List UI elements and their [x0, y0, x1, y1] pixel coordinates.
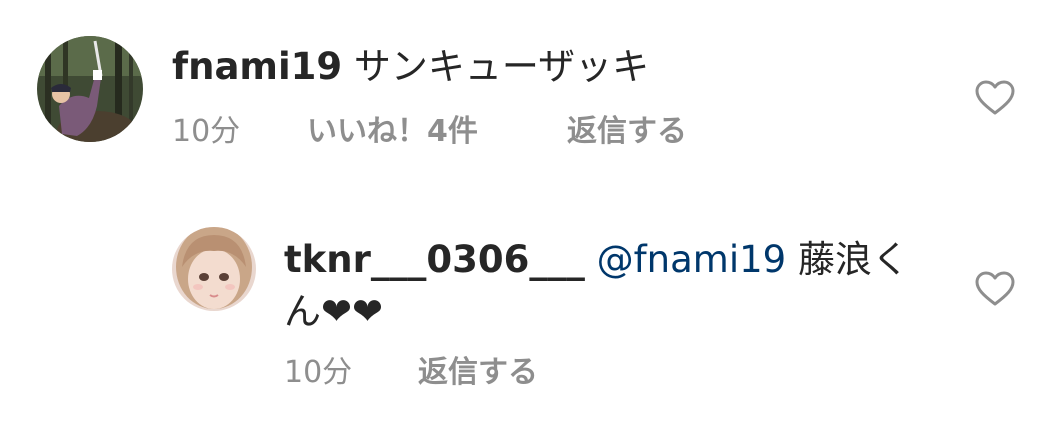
heart-outline-icon[interactable] [975, 271, 1015, 307]
comment-time: 10分 [284, 355, 353, 390]
comment-text: サンキューザッキ [353, 45, 650, 88]
comment-likes-link[interactable]: いいね！4件 [307, 112, 478, 152]
avatar-fnami19[interactable] [37, 36, 143, 142]
heart-outline-icon[interactable] [975, 80, 1015, 116]
comment-text: 藤浪く [797, 238, 909, 281]
mention-link[interactable]: @fnami19 [597, 238, 787, 281]
reply-button[interactable]: 返信する [567, 112, 687, 152]
reply-button[interactable]: 返信する [418, 353, 538, 393]
comment-line: fnami19 サンキューザッキ [172, 44, 649, 90]
avatar-tknr[interactable] [172, 227, 256, 311]
comment-username[interactable]: tknr___0306___ [284, 238, 585, 281]
comment-time: 10分 [172, 114, 241, 149]
comment-line: tknr___0306___ @fnami19 藤浪く [284, 237, 909, 283]
comment-username[interactable]: fnami19 [172, 45, 342, 88]
comment-line-continued: ん❤❤ [284, 290, 384, 333]
